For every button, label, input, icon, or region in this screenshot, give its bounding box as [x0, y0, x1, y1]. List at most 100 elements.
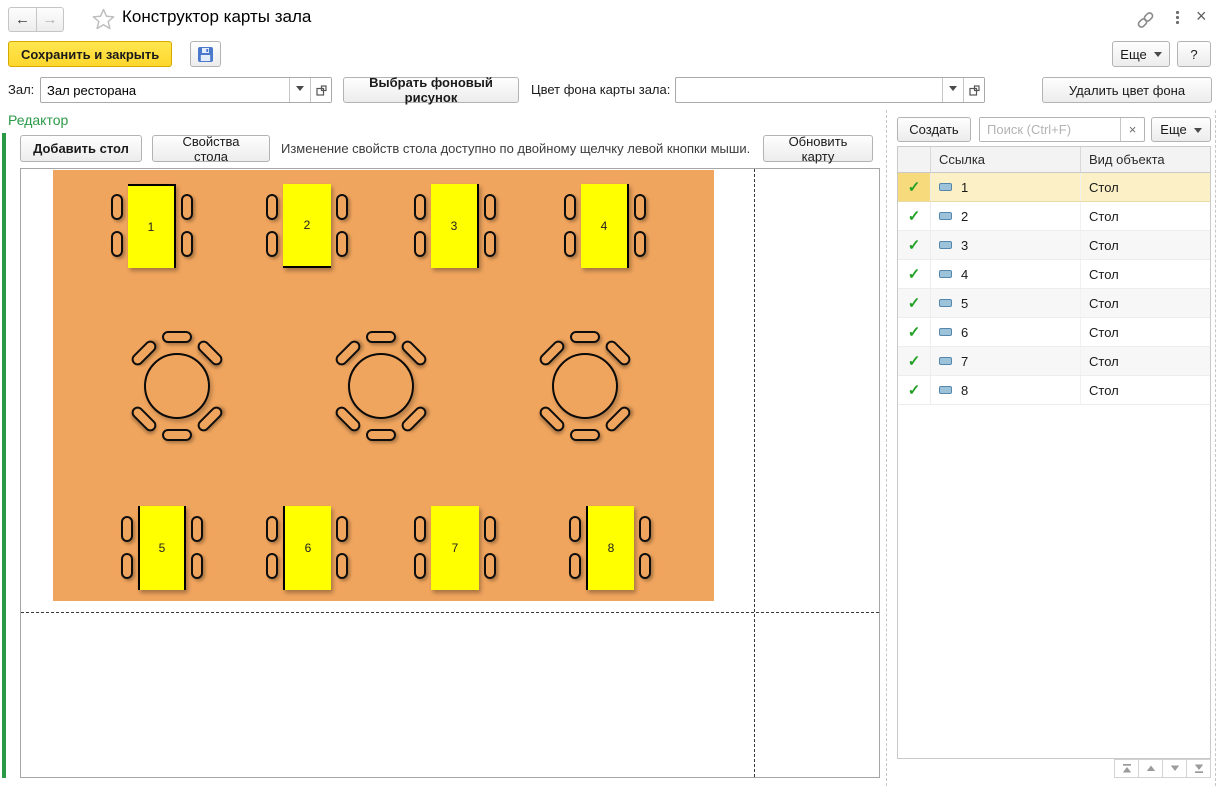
chair-icon — [336, 194, 348, 220]
bg-color-dropdown-button[interactable] — [942, 78, 963, 102]
table-row[interactable]: ✓2Стол — [898, 202, 1210, 231]
page-break-horizontal — [21, 612, 879, 613]
refresh-map-button[interactable]: Обновить карту — [763, 135, 873, 162]
chair-icon — [266, 194, 278, 220]
chair-icon — [111, 231, 123, 257]
bg-color-combo — [675, 77, 985, 103]
row-ref-cell: 6 — [931, 318, 1081, 346]
round-table-1[interactable] — [144, 353, 210, 419]
panel-splitter-right[interactable] — [1215, 110, 1216, 786]
hall-choose-button[interactable] — [310, 78, 331, 102]
more-menu-icon[interactable] — [1176, 11, 1179, 24]
row-check-cell: ✓ — [898, 318, 931, 346]
bg-color-choose-button[interactable] — [963, 78, 984, 102]
choose-background-label: Выбрать фоновый рисунок — [356, 75, 506, 105]
chair-icon — [266, 553, 278, 579]
row-ref-cell: 5 — [931, 289, 1081, 317]
object-type: Стол — [1089, 180, 1119, 195]
hall-map-constructor-window: ← → Конструктор карты зала × Сохранить и… — [0, 0, 1220, 786]
chair-icon — [111, 194, 123, 220]
search-clear-button[interactable]: × — [1120, 118, 1144, 141]
close-icon[interactable]: × — [1196, 6, 1207, 27]
chair-icon — [336, 516, 348, 542]
hall-combo — [40, 77, 332, 103]
ref-number: 7 — [961, 354, 968, 369]
round-table-3[interactable] — [552, 353, 618, 419]
row-check-cell: ✓ — [898, 376, 931, 404]
checkmark-icon: ✓ — [908, 207, 921, 225]
ref-number: 1 — [961, 180, 968, 195]
checkmark-icon: ✓ — [908, 381, 921, 399]
panel-splitter-left[interactable] — [886, 110, 887, 786]
chair-icon — [121, 553, 133, 579]
rect-table-8[interactable]: 8 — [586, 506, 634, 590]
scroll-down-button[interactable] — [1162, 759, 1187, 778]
round-table-2[interactable] — [348, 353, 414, 419]
checkmark-icon: ✓ — [908, 352, 921, 370]
table-row[interactable]: ✓1Стол — [898, 173, 1210, 202]
column-header-ref[interactable]: Ссылка — [931, 147, 1081, 172]
chair-icon — [414, 516, 426, 542]
chair-icon — [569, 553, 581, 579]
rect-table-6[interactable]: 6 — [283, 506, 331, 590]
forward-button[interactable]: → — [36, 8, 63, 31]
row-type-cell: Стол — [1081, 376, 1212, 404]
bg-color-input[interactable] — [676, 78, 942, 102]
table-properties-label: Свойства стола — [165, 134, 257, 164]
refresh-map-label: Обновить карту — [776, 134, 860, 164]
toolbar-more-button[interactable]: Еще — [1112, 41, 1170, 67]
rect-table-1[interactable]: 1 — [128, 184, 176, 268]
search-box: × — [979, 117, 1145, 142]
help-label: ? — [1190, 47, 1197, 62]
object-type: Стол — [1089, 238, 1119, 253]
choose-from-list-icon — [316, 85, 327, 96]
hall-canvas[interactable]: 1 2 3 4 5 6 7 8 — [20, 168, 880, 778]
chair-icon — [564, 194, 576, 220]
back-button[interactable]: ← — [9, 8, 36, 31]
column-header-check[interactable] — [898, 147, 931, 172]
rect-table-4[interactable]: 4 — [581, 184, 629, 268]
chair-icon — [484, 194, 496, 220]
table-properties-button[interactable]: Свойства стола — [152, 135, 270, 162]
favorite-star-icon[interactable] — [92, 8, 115, 30]
column-header-type[interactable]: Вид объекта — [1081, 147, 1212, 172]
rect-table-2[interactable]: 2 — [283, 184, 331, 268]
table-row[interactable]: ✓7Стол — [898, 347, 1210, 376]
add-table-button[interactable]: Добавить стол — [20, 135, 142, 162]
scroll-to-top-button[interactable] — [1114, 759, 1139, 778]
choose-background-button[interactable]: Выбрать фоновый рисунок — [343, 77, 519, 103]
down-icon — [1169, 763, 1181, 774]
search-input[interactable] — [980, 118, 1120, 141]
remove-bg-color-button[interactable]: Удалить цвет фона — [1042, 77, 1212, 103]
list-more-button[interactable]: Еще — [1151, 117, 1211, 142]
up-icon — [1145, 763, 1157, 774]
row-check-cell: ✓ — [898, 231, 931, 259]
bg-color-label: Цвет фона карты зала: — [531, 82, 670, 97]
table-ref-icon — [939, 299, 952, 307]
rect-table-7[interactable]: 7 — [431, 506, 479, 590]
table-row[interactable]: ✓8Стол — [898, 376, 1210, 405]
create-button[interactable]: Создать — [897, 117, 971, 142]
hall-input[interactable] — [41, 78, 289, 102]
table-row[interactable]: ✓4Стол — [898, 260, 1210, 289]
choose-from-list-icon — [969, 85, 980, 96]
get-link-icon[interactable] — [1136, 11, 1155, 29]
table-label: 7 — [452, 541, 459, 555]
help-button[interactable]: ? — [1177, 41, 1211, 67]
table-row[interactable]: ✓5Стол — [898, 289, 1210, 318]
chair-icon — [634, 194, 646, 220]
dropdown-arrow-icon — [1194, 128, 1202, 137]
row-type-cell: Стол — [1081, 231, 1212, 259]
save-and-close-button[interactable]: Сохранить и закрыть — [8, 41, 172, 67]
scroll-to-bottom-button[interactable] — [1186, 759, 1211, 778]
rect-table-5[interactable]: 5 — [138, 506, 186, 590]
chair-icon — [366, 331, 396, 343]
table-row[interactable]: ✓6Стол — [898, 318, 1210, 347]
hall-dropdown-button[interactable] — [289, 78, 310, 102]
table-row[interactable]: ✓3Стол — [898, 231, 1210, 260]
save-button[interactable] — [190, 41, 221, 67]
add-table-label: Добавить стол — [33, 141, 129, 156]
row-ref-cell: 7 — [931, 347, 1081, 375]
rect-table-3[interactable]: 3 — [431, 184, 479, 268]
scroll-up-button[interactable] — [1138, 759, 1163, 778]
